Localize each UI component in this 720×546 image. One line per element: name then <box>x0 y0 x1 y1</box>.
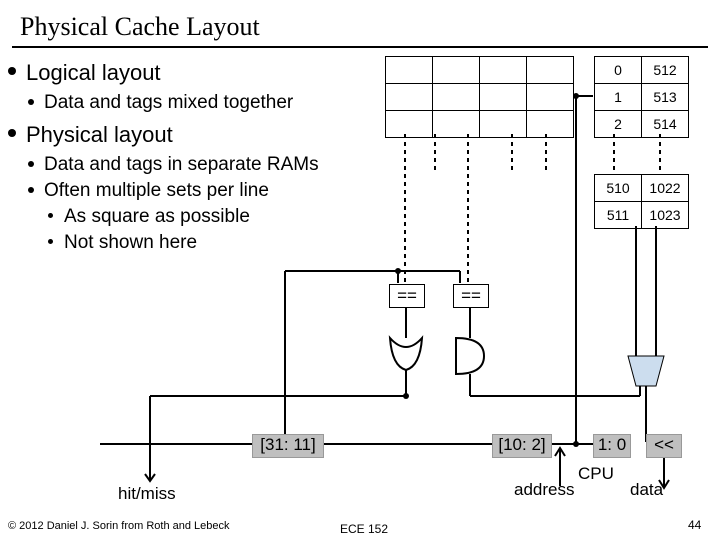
label-hitmiss: hit/miss <box>118 484 176 504</box>
mux-shift: << <box>646 434 682 458</box>
course-code: ECE 152 <box>340 522 388 536</box>
label-address: address <box>514 480 574 500</box>
title-rule <box>12 46 708 48</box>
bitfield-tag: [31: 11] <box>252 434 324 458</box>
page-number: 44 <box>688 518 701 532</box>
label-data: data <box>630 480 663 500</box>
copyright: © 2012 Daniel J. Sorin from Roth and Leb… <box>8 520 230 532</box>
label-cpu: CPU <box>578 464 614 484</box>
bitfield-index: [10: 2] <box>492 434 552 458</box>
page-title: Physical Cache Layout <box>0 0 720 46</box>
bitfield-offset: 1: 0 <box>593 434 631 458</box>
